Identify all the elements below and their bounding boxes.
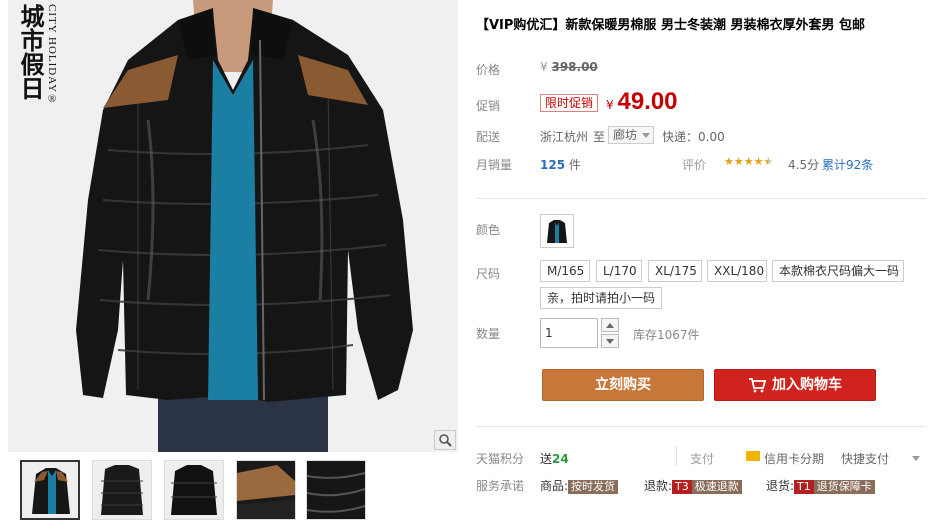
star-icon: ★ (743, 155, 754, 168)
points-give-word: 送 (540, 452, 553, 466)
rating-total-link[interactable]: 累计92条 (822, 156, 873, 173)
star-icon: ★ (733, 155, 744, 168)
price-label: 价格 (476, 63, 501, 77)
size-option[interactable]: XL/175 (648, 260, 702, 282)
promo-price-currency: ¥ (606, 98, 614, 112)
divider (476, 426, 926, 427)
shipping-from: 浙江杭州 (540, 130, 589, 144)
installment-link[interactable]: 信用卡分期 (764, 450, 824, 467)
chevron-down-icon[interactable] (912, 456, 920, 461)
separator (676, 446, 677, 466)
thumbnail-2[interactable] (92, 460, 152, 520)
thumb-jacket-back-image (165, 461, 223, 519)
points-value: 送24 (540, 450, 569, 467)
promo-price: ¥ 49.00 (606, 88, 678, 116)
size-option[interactable]: 亲，拍时请拍小一码 (540, 287, 662, 309)
brand-name-en: CITY HOLIDAY® (46, 4, 58, 107)
chevron-up-icon (606, 322, 614, 328)
sales-unit: 件 (568, 158, 581, 172)
jacket-swatch-icon (547, 220, 567, 243)
shipping-fee: 快递：0.00 (662, 130, 725, 144)
service-return-label: 退货: (766, 479, 795, 493)
color-label: 颜色 (476, 223, 501, 237)
thumb-jacket-front-image (22, 462, 78, 518)
size-option[interactable]: M/165 (540, 260, 590, 282)
divider (476, 198, 926, 199)
stock-count: 库存1067件 (633, 328, 700, 342)
size-option[interactable]: 本款棉衣尺码偏大一码 (772, 260, 904, 282)
destination-select[interactable]: 廊坊 (608, 126, 654, 144)
service-goods: 商品: 按时发货 (540, 477, 619, 494)
rating-stars: ★ ★ ★ ★ ★ (724, 156, 773, 168)
sales-count: 125 (540, 158, 566, 172)
sales-value: 125 件 (540, 156, 581, 173)
thumbnail-strip (16, 460, 456, 524)
quantity-increase-button[interactable] (601, 318, 619, 332)
service-refund-code: T3 (672, 480, 692, 494)
star-icon: ★ (753, 155, 764, 168)
quantity-input[interactable]: 1 (540, 318, 598, 348)
star-icon: ★ (724, 155, 734, 168)
promo-badge: 限时促销 (540, 94, 599, 112)
service-goods-tag[interactable]: 按时发货 (568, 480, 619, 494)
buy-now-button[interactable]: 立刻购买 (542, 369, 704, 401)
cart-icon (749, 378, 766, 393)
points-label: 天猫积分 (476, 452, 525, 466)
chevron-down-icon (606, 338, 614, 344)
jacket-photo (8, 0, 458, 452)
promo-label: 促销 (476, 99, 501, 113)
service-label: 服务承诺 (476, 479, 525, 493)
destination-value: 廊坊 (613, 128, 638, 142)
service-return-code: T1 (794, 480, 814, 494)
service-refund-tag[interactable]: 极速退款 (691, 480, 742, 494)
thumb-jacket-flat-image (93, 461, 151, 519)
service-refund: 退款: T3 极速退款 (644, 477, 742, 494)
zoom-icon[interactable] (434, 430, 456, 450)
quantity-decrease-button[interactable] (601, 334, 619, 348)
rating-label: 评价 (682, 158, 707, 172)
shipping-label: 配送 (476, 130, 501, 144)
thumb-shoulder-detail-image (237, 461, 295, 519)
original-price: ¥ 398.00 (540, 60, 598, 74)
half-star-icon: ★ (763, 155, 774, 168)
shipping-to-word: 至 (593, 130, 606, 144)
size-option[interactable]: XXL/180 (707, 260, 767, 282)
product-title: 【VIP购优汇】新款保暖男棉服 男士冬装潮 男装棉衣厚外套男 包邮 (476, 18, 866, 33)
quick-pay-link[interactable]: 快捷支付 (841, 450, 889, 467)
thumbnail-3[interactable] (164, 460, 224, 520)
quantity-label: 数量 (476, 327, 501, 341)
thumbnail-1[interactable] (20, 460, 80, 520)
size-option[interactable]: L/170 (596, 260, 642, 282)
rating-score: 4.5分 (788, 158, 820, 172)
thumb-quilt-detail-image (307, 461, 365, 519)
add-to-cart-button[interactable]: 加入购物车 (714, 369, 876, 401)
size-label: 尺码 (476, 267, 501, 281)
brand-logo: 城市假日 CITY HOLIDAY® (12, 4, 66, 124)
chevron-down-icon (642, 133, 650, 138)
product-info-panel: 【VIP购优汇】新款保暖男棉服 男士冬装潮 男装棉衣厚外套男 包邮 价格 ¥ 3… (476, 0, 926, 529)
add-to-cart-label: 加入购物车 (772, 377, 842, 393)
promo-price-value: 49.00 (617, 88, 678, 115)
product-gallery: 城市假日 CITY HOLIDAY® (8, 0, 458, 529)
payment-label: 支付 (690, 452, 715, 466)
brand-name-cn: 城市假日 (16, 4, 45, 100)
service-refund-label: 退款: (644, 479, 673, 493)
credit-card-icon (746, 451, 760, 461)
color-option-black[interactable] (540, 214, 574, 248)
sales-label: 月销量 (476, 158, 513, 172)
original-price-currency: ¥ (540, 60, 548, 74)
service-return-tag[interactable]: 退货保障卡 (813, 480, 875, 494)
original-price-value: 398.00 (551, 60, 598, 74)
main-product-image[interactable]: 城市假日 CITY HOLIDAY® (8, 0, 458, 452)
service-return: 退货: T1 退货保障卡 (766, 477, 875, 494)
service-goods-label: 商品: (540, 479, 569, 493)
points-amount: 24 (552, 452, 569, 466)
thumbnail-4[interactable] (236, 460, 296, 520)
thumbnail-5[interactable] (306, 460, 366, 520)
